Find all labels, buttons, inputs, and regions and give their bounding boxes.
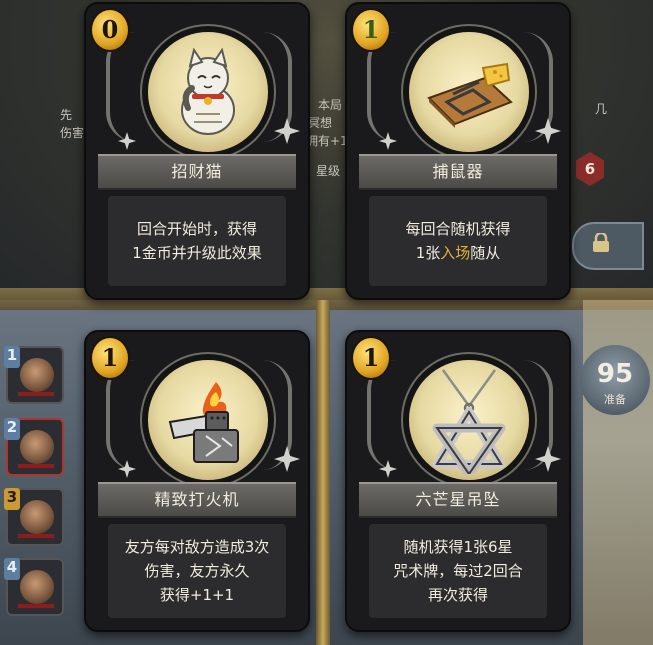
bg-label-this-round: 本局: [318, 98, 343, 112]
portrait-icon: [20, 358, 54, 392]
card-name: 六芒星吊坠: [359, 482, 557, 518]
card-lucky-cat[interactable]: 0 招财猫 回合开始时，获得 1金币并升级此效果: [84, 2, 310, 300]
card-cost: 1: [351, 336, 391, 380]
desc-line-1: 每回合随机获得: [405, 220, 511, 238]
card-description: 随机获得1张6星 咒术牌，每过2回合 再次获得: [369, 524, 547, 618]
ready-label: 准备: [604, 393, 626, 406]
card-name: 捕鼠器: [359, 154, 557, 190]
roster-slot-4[interactable]: 4: [4, 558, 64, 616]
roster-slot-1[interactable]: 1: [4, 346, 64, 404]
desc-line-1: 友方每对敌方造成3次: [124, 538, 270, 556]
card-cost: 1: [90, 336, 130, 380]
mousetrap-icon: [427, 62, 513, 128]
hexagram-pendant-icon: [432, 369, 506, 474]
card-description: 友方每对敌方造成3次 伤害，友方永久 获得+1+1: [108, 524, 286, 618]
bg-label-star: 星级: [316, 164, 341, 178]
card-art-circle: [148, 32, 268, 152]
desc-line-1: 回合开始时，获得: [136, 220, 257, 238]
roster-slot-number: 1: [4, 346, 20, 368]
health-bar: [18, 534, 54, 538]
portrait-icon: [20, 430, 54, 464]
card-description: 回合开始时，获得 1金币并升级此效果: [108, 196, 286, 286]
roster-strip: 1 2 3 4: [0, 340, 64, 645]
health-bar: [18, 604, 54, 608]
desc-line-2: 咒术牌，每过2回合: [393, 562, 523, 580]
lighter-icon: [168, 382, 239, 463]
card-name: 招财猫: [98, 154, 296, 190]
background-pillar: [316, 300, 330, 645]
roster-slot-number: 4: [4, 558, 20, 580]
card-mousetrap[interactable]: 1 捕鼠器 每回合随机获得 1张入场随从: [345, 2, 571, 300]
bg-label-meditate: 冥想: [308, 116, 333, 130]
desc-line-2: 1张入场随从: [369, 241, 547, 265]
roster-slot-number: 2: [4, 418, 20, 440]
bg-label-damage: 伤害: [60, 126, 85, 140]
card-description: 每回合随机获得 1张入场随从: [369, 196, 547, 286]
bg-label-plus: 拥有+1: [306, 134, 348, 148]
ready-counter[interactable]: 95 准备: [580, 345, 650, 415]
card-lighter[interactable]: 1 精致打火机 友方每对敌方造成3次 伤害，友方永久 获得+1+1: [84, 330, 310, 632]
desc-line-3: 获得+1+1: [159, 586, 235, 604]
bg-label-right: 几: [595, 102, 608, 116]
health-bar: [18, 392, 54, 396]
portrait-icon: [20, 570, 54, 604]
card-art-circle: [409, 32, 529, 152]
desc-line-3: 再次获得: [427, 586, 488, 604]
lock-button[interactable]: [572, 222, 644, 270]
portrait-icon: [20, 500, 54, 534]
card-cost: 0: [90, 8, 130, 52]
desc-suffix: 随从: [470, 244, 501, 262]
card-art-circle: [409, 360, 529, 480]
desc-line-2: 1金币并升级此效果: [132, 244, 262, 262]
desc-line-2: 伤害，友方永久: [144, 562, 250, 580]
bg-label-first: 先: [60, 108, 73, 122]
desc-keyword: 入场: [440, 244, 471, 262]
card-hexagram-pendant[interactable]: 1 六芒星吊坠 随机获得1张6星 咒术牌，每过2回合 再次获得: [345, 330, 571, 632]
lock-icon: [593, 233, 609, 252]
card-art-circle: [148, 360, 268, 480]
desc-prefix: 1张: [415, 244, 441, 262]
card-cost: 1: [351, 8, 391, 52]
roster-slot-number: 3: [4, 488, 20, 510]
desc-line-1: 随机获得1张6星: [403, 538, 513, 556]
ready-count: 95: [596, 359, 634, 389]
lucky-cat-icon: [181, 48, 235, 135]
health-bar: [18, 464, 54, 468]
roster-slot-3[interactable]: 3: [4, 488, 64, 546]
roster-slot-2[interactable]: 2: [4, 418, 64, 476]
card-name: 精致打火机: [98, 482, 296, 518]
